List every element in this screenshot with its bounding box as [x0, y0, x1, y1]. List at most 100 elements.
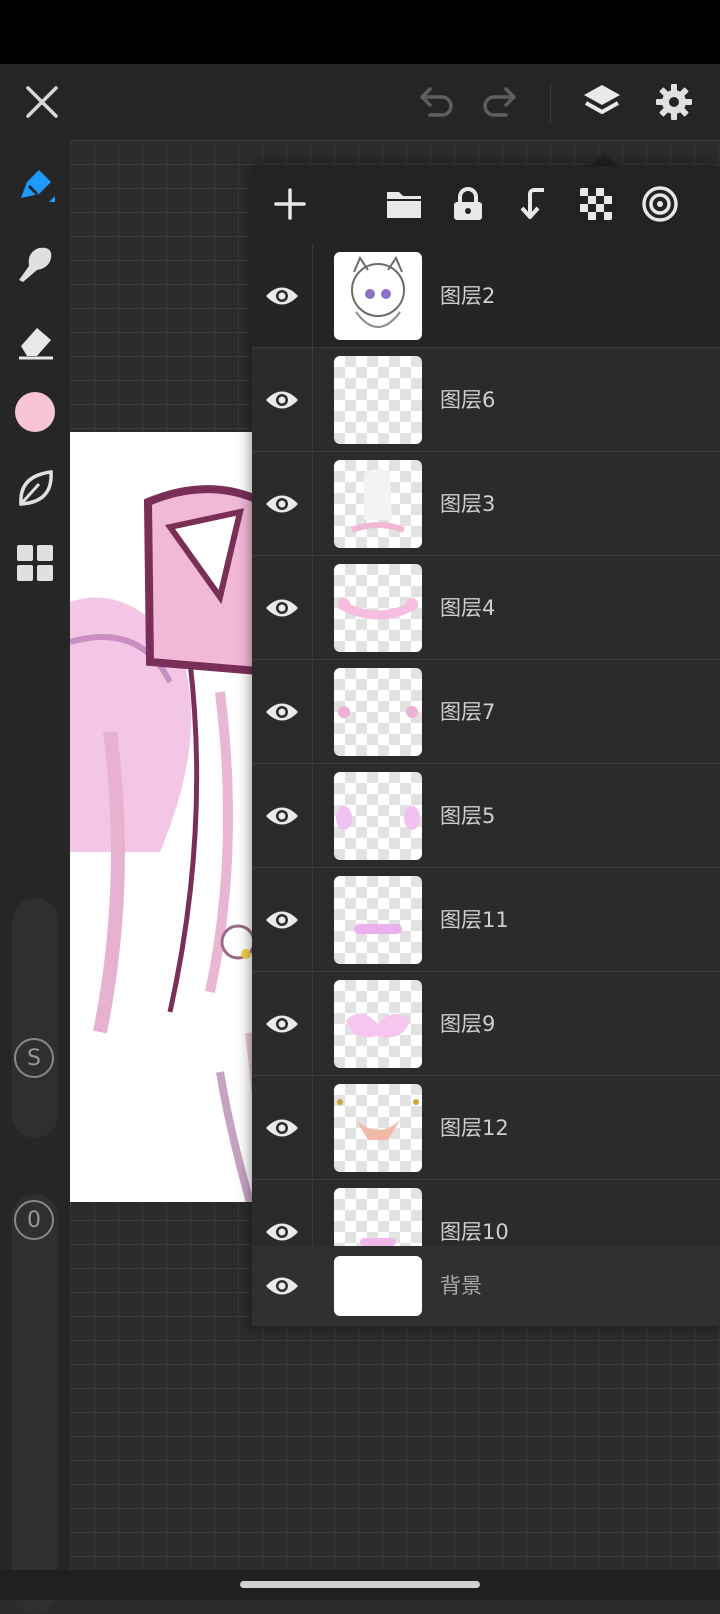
eye-icon [266, 807, 298, 825]
layer-name: 图层4 [440, 596, 496, 620]
leaf-brush-icon [19, 470, 53, 506]
brush-size-knob[interactable]: S [14, 1038, 54, 1078]
settings-button[interactable] [644, 64, 704, 140]
visibility-toggle[interactable] [252, 452, 313, 556]
eye-icon [266, 1223, 298, 1241]
pen-tool-icon [21, 170, 55, 202]
opacity-value: 0 [27, 1207, 41, 1233]
gear-icon [656, 84, 692, 120]
layer-list[interactable]: 图层2 图层6 图层3 图层4 图层7 图层5 图层11 图层9 图层12 图层… [252, 244, 720, 1246]
eye-icon [266, 703, 298, 721]
add-layer-button[interactable] [260, 174, 320, 234]
layer-thumbnail [334, 356, 422, 444]
layer-name: 背景 [440, 1274, 482, 1298]
layer-name: 图层5 [440, 804, 496, 828]
tool-sidebar: S 0 [0, 140, 70, 1614]
visibility-toggle[interactable] [252, 1076, 313, 1180]
undo-button[interactable] [406, 64, 466, 140]
color-picker-button[interactable] [5, 382, 65, 442]
layers-panel: 图层2 图层6 图层3 图层4 图层7 图层5 图层11 图层9 图层12 图层… [252, 166, 720, 1326]
leaf-brush-button[interactable] [5, 458, 65, 518]
layer-thumbnail [334, 564, 422, 652]
layers-toolbar [252, 166, 720, 244]
visibility-toggle[interactable] [252, 244, 313, 348]
smudge-tool-icon [19, 247, 52, 282]
close-icon [26, 86, 58, 118]
layer-thumbnail [334, 1084, 422, 1172]
layer-thumbnail [334, 460, 422, 548]
folder-icon [387, 192, 421, 218]
visibility-toggle[interactable] [252, 868, 313, 972]
eye-icon [266, 391, 298, 409]
system-nav-bar [0, 1570, 720, 1600]
color-swatch [15, 392, 55, 432]
merge-down-button[interactable] [502, 174, 562, 234]
layer-name: 图层9 [440, 1012, 496, 1036]
layer-name: 图层11 [440, 908, 509, 932]
visibility-toggle[interactable] [252, 1180, 313, 1246]
lock-icon [454, 187, 482, 220]
layer-row[interactable]: 图层10 [252, 1180, 720, 1246]
brush-size-badge: S [27, 1045, 41, 1071]
lock-button[interactable] [438, 174, 498, 234]
layer-thumbnail [334, 876, 422, 964]
layer-thumbnail [334, 772, 422, 860]
layer-row[interactable]: 图层5 [252, 764, 720, 868]
opacity-slider[interactable] [12, 1194, 58, 1614]
visibility-toggle[interactable] [252, 556, 313, 660]
redo-button[interactable] [470, 64, 530, 140]
layer-thumbnail [334, 980, 422, 1068]
layer-name: 图层12 [440, 1116, 509, 1140]
layer-thumbnail [334, 1188, 422, 1246]
layers-button[interactable] [572, 64, 632, 140]
layer-thumbnail [334, 252, 422, 340]
eye-icon [266, 1277, 298, 1295]
eye-icon [266, 287, 298, 305]
eraser-tool-icon [19, 328, 53, 360]
eraser-tool-button[interactable] [5, 310, 65, 370]
pen-tool-button[interactable] [5, 156, 65, 216]
toolbar-divider [550, 84, 551, 122]
layer-row[interactable]: 图层9 [252, 972, 720, 1076]
layer-row[interactable]: 图层11 [252, 868, 720, 972]
layer-name: 图层7 [440, 700, 496, 724]
eye-icon [266, 1119, 298, 1137]
layer-row[interactable]: 图层3 [252, 452, 720, 556]
layer-name: 图层2 [440, 284, 496, 308]
visibility-toggle[interactable] [252, 764, 313, 868]
layer-row[interactable]: 图层4 [252, 556, 720, 660]
brush-size-slider[interactable] [12, 898, 58, 1138]
folder-button[interactable] [374, 174, 434, 234]
opacity-knob[interactable]: 0 [14, 1200, 54, 1240]
layer-name: 图层10 [440, 1220, 509, 1244]
merge-down-icon [520, 188, 544, 219]
eye-icon [266, 1015, 298, 1033]
layer-row[interactable]: 图层7 [252, 660, 720, 764]
visibility-toggle[interactable] [252, 660, 313, 764]
clipping-icon [642, 186, 678, 222]
layer-row[interactable]: 图层2 [252, 244, 720, 348]
eye-icon [266, 599, 298, 617]
visibility-toggle[interactable] [252, 972, 313, 1076]
smudge-tool-button[interactable] [5, 234, 65, 294]
layer-name: 图层6 [440, 388, 496, 412]
layer-thumbnail [334, 668, 422, 756]
redo-icon [483, 87, 516, 117]
visibility-toggle[interactable] [252, 348, 313, 452]
clipping-button[interactable] [630, 174, 690, 234]
background-layer-row[interactable]: 背景 [252, 1246, 720, 1326]
grid-menu-icon [17, 545, 53, 581]
top-toolbar [0, 64, 720, 140]
layer-name: 图层3 [440, 492, 496, 516]
visibility-toggle[interactable] [252, 1246, 312, 1326]
undo-icon [420, 87, 453, 117]
home-indicator[interactable] [240, 1581, 480, 1588]
layer-row[interactable]: 图层6 [252, 348, 720, 452]
transparency-button[interactable] [566, 174, 626, 234]
grid-menu-button[interactable] [5, 533, 65, 593]
layer-row[interactable]: 图层12 [252, 1076, 720, 1180]
eye-icon [266, 495, 298, 513]
layers-icon [584, 85, 620, 114]
layer-thumbnail [334, 1256, 422, 1316]
close-button[interactable] [12, 64, 72, 140]
